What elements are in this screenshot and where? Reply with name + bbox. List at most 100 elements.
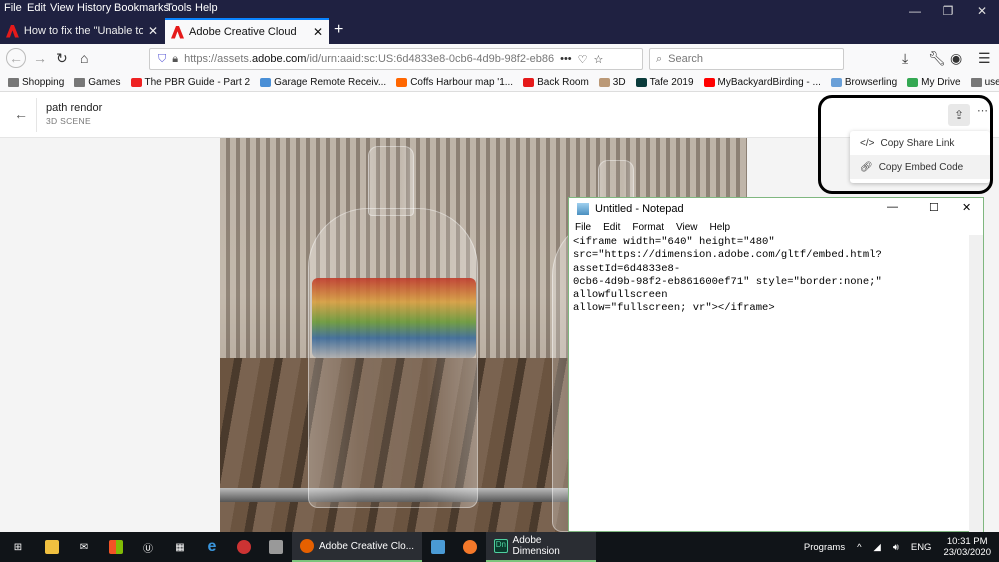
notepad-text-area[interactable]: <iframe width="640" height="480" src="ht…	[569, 235, 967, 317]
close-window-button[interactable]: ✕	[967, 4, 997, 18]
hamburger-menu-icon[interactable]: ☰	[978, 50, 991, 67]
site-icon	[260, 78, 272, 87]
page-title: path rendor	[46, 102, 103, 114]
bookmark-label: Browserling	[844, 77, 898, 88]
file-explorer-icon[interactable]	[36, 532, 68, 562]
unreal-icon[interactable]: Ⓤ	[132, 532, 164, 562]
site-icon	[907, 78, 919, 87]
bookmark-label: Games	[88, 77, 121, 88]
bookmark-item[interactable]: Coffs Harbour map '1...	[396, 77, 513, 88]
programs-toolbar[interactable]: Programs	[804, 542, 845, 553]
bookmark-item[interactable]: Shopping	[8, 77, 64, 88]
page-subtitle: 3D SCENE	[46, 116, 91, 126]
chevron-up-icon[interactable]: ^	[857, 542, 861, 553]
site-icon	[130, 78, 142, 87]
bookmark-star-icon[interactable]: ☆	[594, 53, 604, 66]
site-icon	[635, 78, 647, 87]
search-input[interactable]: ⌕ Search	[649, 48, 844, 70]
notepad-menu-format[interactable]: Format	[632, 222, 664, 233]
notepad-menu-file[interactable]: File	[575, 222, 591, 233]
back-button[interactable]: ←	[6, 48, 26, 68]
notepad-menu-edit[interactable]: Edit	[603, 222, 620, 233]
new-tab-button[interactable]: +	[334, 21, 343, 39]
menu-help[interactable]: Help	[195, 2, 218, 14]
downloads-icon[interactable]: ⤓	[902, 50, 908, 67]
mail-icon[interactable]: ✉	[68, 532, 100, 562]
bookmark-label: The PBR Guide - Part 2	[144, 77, 251, 88]
site-icon	[830, 78, 842, 87]
bookmark-label: useful	[984, 77, 999, 88]
close-tab-icon[interactable]: ✕	[148, 24, 158, 38]
url-bar[interactable]: ⛉ 🔒︎ https://assets.adobe.com/id/urn:aai…	[149, 48, 643, 70]
search-placeholder: Search	[668, 53, 704, 65]
taskbar-adobe-dimension[interactable]: Dn Adobe Dimension	[486, 532, 597, 562]
edge-icon[interactable]: e	[196, 532, 228, 562]
date: 23/03/2020	[943, 547, 991, 558]
store-icon[interactable]	[100, 532, 132, 562]
menu-bookmarks[interactable]: Bookmarks	[114, 2, 169, 14]
notepad-scrollbar[interactable]	[969, 235, 983, 533]
bookmark-item[interactable]: The PBR Guide - Part 2	[130, 77, 251, 88]
tab-how-to-fix[interactable]: How to fix the "Unable to publi ✕	[0, 18, 164, 44]
time: 10:31 PM	[946, 536, 988, 547]
reload-button[interactable]: ↻	[56, 50, 68, 67]
site-icon	[523, 78, 535, 87]
home-button[interactable]: ⌂	[80, 50, 88, 66]
calendar-icon[interactable]: ▦	[164, 532, 196, 562]
page-actions-icon[interactable]: •••	[560, 53, 572, 65]
menu-view[interactable]: View	[50, 2, 74, 14]
notepad-menu-help[interactable]: Help	[710, 222, 731, 233]
bookmark-item[interactable]: Back Room	[523, 77, 589, 88]
bookmark-label: Coffs Harbour map '1...	[410, 77, 514, 88]
lock-icon: 🔒︎	[172, 52, 179, 65]
blender-icon[interactable]	[454, 532, 486, 562]
minimize-button[interactable]: —	[887, 201, 898, 213]
volume-icon[interactable]: 🔊︎	[893, 542, 899, 553]
app-icon[interactable]	[422, 532, 454, 562]
language-indicator[interactable]: ENG	[911, 542, 932, 553]
bookmark-item[interactable]: MyBackyardBirding - ...	[703, 77, 821, 88]
menu-tools[interactable]: Tools	[166, 2, 192, 14]
bookmark-label: Tafe 2019	[649, 77, 694, 88]
account-icon[interactable]: ◉	[950, 50, 962, 67]
taskbar-app-label: Adobe Creative Clo...	[319, 540, 415, 552]
menu-file[interactable]: File	[4, 2, 22, 14]
divider	[36, 98, 37, 132]
bookmark-item[interactable]: Games	[74, 77, 121, 88]
taskbar-firefox[interactable]: Adobe Creative Clo...	[292, 532, 423, 562]
adobe-icon	[6, 24, 19, 38]
bookmark-item[interactable]: Garage Remote Receiv...	[260, 77, 386, 88]
bookmark-item[interactable]: useful	[970, 77, 999, 88]
notepad-menu: File Edit Format View Help	[569, 220, 983, 235]
maximize-button[interactable]: ☐	[929, 201, 939, 214]
network-icon[interactable]: ◢	[874, 542, 881, 553]
start-button[interactable]: ⊞	[0, 532, 36, 562]
menu-edit[interactable]: Edit	[27, 2, 46, 14]
bookmark-item[interactable]: 3D	[598, 77, 626, 88]
pocket-icon[interactable]: ♡	[578, 53, 588, 66]
tab-adobe-creative-cloud[interactable]: Adobe Creative Cloud ✕	[165, 18, 329, 44]
notepad-menu-view[interactable]: View	[676, 222, 698, 233]
menu-history[interactable]: History	[77, 2, 111, 14]
close-tab-icon[interactable]: ✕	[313, 25, 323, 39]
wrench-icon[interactable]: 🔧︎	[928, 50, 946, 67]
app-icon[interactable]	[260, 532, 292, 562]
back-arrow-icon[interactable]: ←	[14, 106, 28, 122]
notepad-window: Untitled - Notepad — ☐ ✕ File Edit Forma…	[568, 197, 984, 533]
clock[interactable]: 10:31 PM 23/03/2020	[943, 536, 991, 558]
bottle	[308, 208, 478, 508]
app-icon[interactable]	[228, 532, 260, 562]
browser-titlebar: File Edit View History Bookmarks Tools H…	[0, 0, 999, 44]
bookmark-label: Shopping	[22, 77, 65, 88]
bottle-neck	[368, 146, 414, 216]
bookmark-item[interactable]: My Drive	[907, 77, 961, 88]
bookmark-item[interactable]: Browserling	[830, 77, 898, 88]
minimize-button[interactable]: —	[900, 4, 930, 18]
close-button[interactable]: ✕	[962, 201, 971, 214]
bottle-label	[312, 278, 476, 358]
taskbar-app-label: Adobe Dimension	[512, 535, 560, 557]
bookmarks-bar: Shopping Games The PBR Guide - Part 2 Garag…	[0, 74, 999, 92]
bookmark-item[interactable]: Tafe 2019	[635, 77, 694, 88]
forward-button[interactable]: →	[33, 50, 47, 66]
restore-button[interactable]: ❐	[933, 4, 963, 18]
